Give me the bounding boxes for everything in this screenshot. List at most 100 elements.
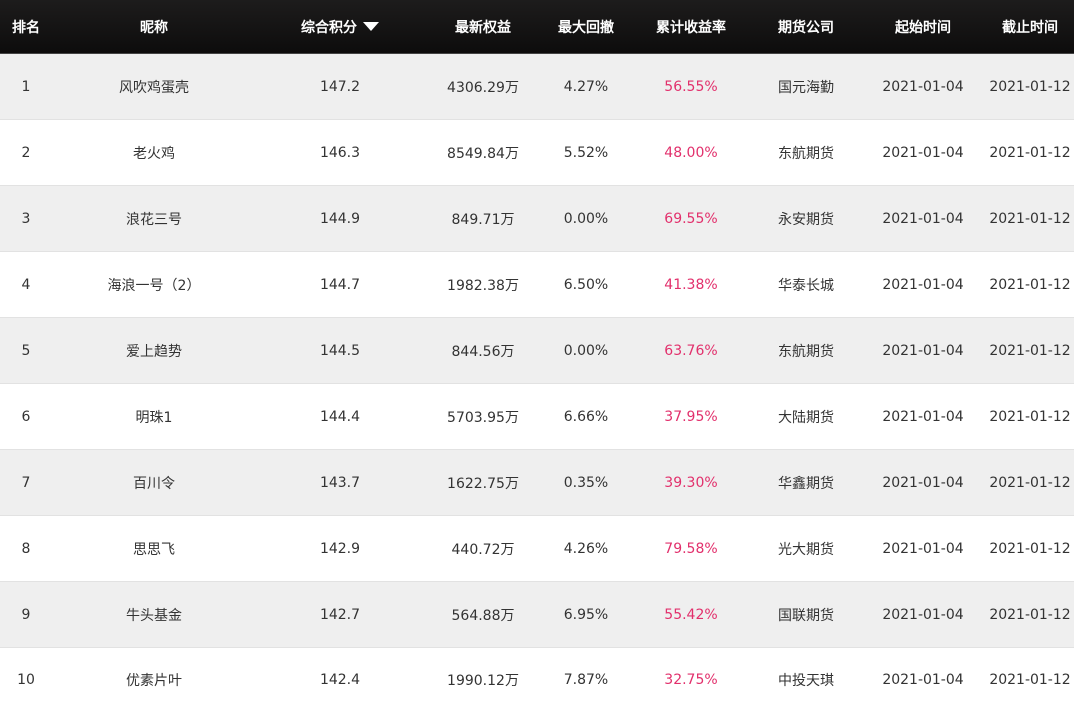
rank-cell: 4 — [21, 276, 31, 293]
end-date-cell: 2021-01-12 — [989, 342, 1071, 359]
return-cell: 39.30% — [664, 474, 718, 491]
broker-cell: 大陆期货 — [778, 409, 834, 426]
return-cell: 79.58% — [664, 540, 718, 557]
rank-cell: 3 — [21, 210, 31, 227]
table-row[interactable]: 7 百川令 143.7 1622.75万 0.35% 39.30% 华鑫期货 2… — [0, 450, 1074, 516]
table-row[interactable]: 2 老火鸡 146.3 8549.84万 5.52% 48.00% 东航期货 2… — [0, 120, 1074, 186]
equity-cell: 844.56万 — [451, 343, 515, 360]
score-sort-control[interactable]: 综合积分 — [301, 17, 379, 37]
drawdown-cell: 6.95% — [563, 606, 609, 623]
equity-cell: 1982.38万 — [447, 277, 519, 294]
table-row[interactable]: 10 优素片叶 142.4 1990.12万 7.87% 32.75% 中投天琪… — [0, 648, 1074, 711]
equity-cell: 564.88万 — [451, 607, 515, 624]
score-cell: 143.7 — [319, 474, 361, 491]
nickname-cell[interactable]: 海浪一号（2） — [52, 275, 256, 295]
header-broker[interactable]: 期货公司 — [752, 17, 860, 37]
rank-cell: 9 — [21, 606, 31, 623]
start-date-cell: 2021-01-04 — [882, 210, 964, 227]
header-score[interactable]: 综合积分 — [256, 17, 424, 37]
return-cell: 55.42% — [664, 606, 718, 623]
nickname-cell[interactable]: 老火鸡 — [52, 143, 256, 163]
score-cell: 142.7 — [319, 606, 361, 623]
return-cell: 41.38% — [664, 276, 718, 293]
broker-cell: 国元海勤 — [778, 79, 834, 96]
equity-cell: 440.72万 — [451, 541, 515, 558]
broker-cell: 光大期货 — [778, 541, 834, 558]
header-name[interactable]: 昵称 — [52, 17, 256, 37]
return-cell: 32.75% — [664, 672, 718, 688]
end-date-cell: 2021-01-12 — [989, 210, 1071, 227]
start-date-cell: 2021-01-04 — [882, 78, 964, 95]
broker-cell: 东航期货 — [778, 145, 834, 162]
table-row[interactable]: 5 爱上趋势 144.5 844.56万 0.00% 63.76% 东航期货 2… — [0, 318, 1074, 384]
nickname-cell[interactable]: 明珠1 — [52, 407, 256, 427]
equity-cell: 1622.75万 — [447, 475, 519, 492]
end-date-cell: 2021-01-12 — [989, 672, 1071, 688]
nickname-cell[interactable]: 百川令 — [52, 473, 256, 493]
nickname-cell[interactable]: 牛头基金 — [52, 605, 256, 625]
broker-cell: 永安期货 — [778, 211, 834, 228]
score-cell: 146.3 — [319, 144, 361, 161]
drawdown-cell: 0.35% — [563, 474, 609, 491]
table-row[interactable]: 4 海浪一号（2） 144.7 1982.38万 6.50% 41.38% 华泰… — [0, 252, 1074, 318]
start-date-cell: 2021-01-04 — [882, 540, 964, 557]
header-equity[interactable]: 最新权益 — [424, 17, 542, 37]
header-drawdown[interactable]: 最大回撤 — [542, 17, 630, 37]
drawdown-cell: 0.00% — [563, 342, 609, 359]
end-date-cell: 2021-01-12 — [989, 606, 1071, 623]
rank-cell: 10 — [17, 672, 35, 688]
header-rank[interactable]: 排名 — [0, 17, 52, 37]
broker-cell: 东航期货 — [778, 343, 834, 360]
end-date-cell: 2021-01-12 — [989, 276, 1071, 293]
score-cell: 144.5 — [319, 342, 361, 359]
broker-cell: 国联期货 — [778, 607, 834, 624]
table-row[interactable]: 3 浪花三号 144.9 849.71万 0.00% 69.55% 永安期货 2… — [0, 186, 1074, 252]
score-cell: 142.4 — [319, 672, 361, 688]
equity-cell: 8549.84万 — [447, 145, 519, 162]
nickname-cell[interactable]: 优素片叶 — [52, 670, 256, 690]
start-date-cell: 2021-01-04 — [882, 474, 964, 491]
header-end-time[interactable]: 截止时间 — [986, 17, 1074, 37]
table-row[interactable]: 6 明珠1 144.4 5703.95万 6.66% 37.95% 大陆期货 2… — [0, 384, 1074, 450]
table-body: 1 风吹鸡蛋壳 147.2 4306.29万 4.27% 56.55% 国元海勤… — [0, 54, 1074, 711]
nickname-cell[interactable]: 浪花三号 — [52, 209, 256, 229]
return-cell: 37.95% — [664, 408, 718, 425]
start-date-cell: 2021-01-04 — [882, 342, 964, 359]
header-return[interactable]: 累计收益率 — [630, 17, 752, 37]
score-cell: 144.7 — [319, 276, 361, 293]
table-header: 排名 昵称 综合积分 最新权益 最大回撤 累计收益率 期货公司 起始时间 截止时… — [0, 0, 1074, 54]
start-date-cell: 2021-01-04 — [882, 408, 964, 425]
nickname-cell[interactable]: 思思飞 — [52, 539, 256, 559]
equity-cell: 5703.95万 — [447, 409, 519, 426]
sort-desc-icon[interactable] — [363, 22, 379, 31]
table-row[interactable]: 1 风吹鸡蛋壳 147.2 4306.29万 4.27% 56.55% 国元海勤… — [0, 54, 1074, 120]
drawdown-cell: 4.26% — [563, 540, 609, 557]
end-date-cell: 2021-01-12 — [989, 408, 1071, 425]
end-date-cell: 2021-01-12 — [989, 474, 1071, 491]
end-date-cell: 2021-01-12 — [989, 540, 1071, 557]
rank-cell: 6 — [21, 408, 31, 425]
equity-cell: 4306.29万 — [447, 79, 519, 96]
header-score-label: 综合积分 — [301, 19, 357, 36]
table-row[interactable]: 8 思思飞 142.9 440.72万 4.26% 79.58% 光大期货 20… — [0, 516, 1074, 582]
equity-cell: 1990.12万 — [447, 673, 519, 689]
score-cell: 147.2 — [319, 78, 361, 95]
return-cell: 48.00% — [664, 144, 718, 161]
broker-cell: 华鑫期货 — [778, 475, 834, 492]
table-row[interactable]: 9 牛头基金 142.7 564.88万 6.95% 55.42% 国联期货 2… — [0, 582, 1074, 648]
drawdown-cell: 7.87% — [563, 672, 609, 688]
drawdown-cell: 0.00% — [563, 210, 609, 227]
header-start-time[interactable]: 起始时间 — [860, 17, 986, 37]
return-cell: 63.76% — [664, 342, 718, 359]
rank-cell: 7 — [21, 474, 31, 491]
rank-cell: 5 — [21, 342, 31, 359]
end-date-cell: 2021-01-12 — [989, 144, 1071, 161]
start-date-cell: 2021-01-04 — [882, 144, 964, 161]
nickname-cell[interactable]: 风吹鸡蛋壳 — [52, 77, 256, 97]
end-date-cell: 2021-01-12 — [989, 78, 1071, 95]
score-cell: 144.9 — [319, 210, 361, 227]
drawdown-cell: 6.50% — [563, 276, 609, 293]
broker-cell: 中投天琪 — [778, 673, 834, 689]
return-cell: 69.55% — [664, 210, 718, 227]
nickname-cell[interactable]: 爱上趋势 — [52, 341, 256, 361]
